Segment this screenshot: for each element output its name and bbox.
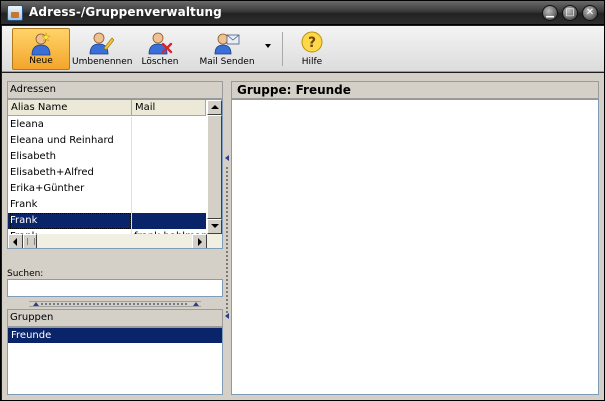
table-row[interactable]: Erika+Günther	[8, 181, 206, 197]
address-rows: Eleana Eleana und Reinhard Elisabeth Eli…	[8, 117, 206, 245]
left-pane: Adressen Alias Name Mail Eleana Eleana u…	[7, 77, 223, 395]
maximize-button[interactable]: □	[562, 5, 578, 21]
arrow-left-icon	[13, 238, 17, 246]
vertical-scroll-thumb[interactable]	[207, 115, 222, 219]
address-list[interactable]: Alias Name Mail Eleana Eleana und Reinha…	[7, 99, 223, 249]
column-divider	[131, 149, 132, 165]
splitter-grip	[226, 167, 228, 317]
delete-person-icon	[148, 32, 173, 55]
minimize-button[interactable]: ▁	[542, 5, 558, 21]
new-person-icon	[31, 32, 51, 56]
column-divider	[131, 117, 132, 133]
table-row[interactable]: Eleana	[8, 117, 206, 133]
address-list-vertical-scrollbar[interactable]	[207, 100, 222, 234]
svg-text:?: ?	[308, 35, 316, 51]
window-title: Adress-/Gruppenverwaltung	[29, 5, 222, 19]
title-bar[interactable]: Adress-/Gruppenverwaltung ▁ □ ✕	[1, 1, 604, 25]
table-row[interactable]: Frank	[8, 197, 206, 213]
search-label: Suchen:	[7, 269, 44, 279]
scroll-up-button[interactable]	[207, 100, 222, 115]
groups-header: Gruppen	[7, 309, 223, 327]
delete-button-label: Löschen	[141, 57, 179, 67]
alias-cell: Eleana	[10, 119, 44, 130]
scroll-down-button[interactable]	[207, 219, 222, 234]
toolbar: Neue Umbenennen Löschen Mail Senden ? Hi…	[2, 26, 604, 72]
groups-list[interactable]: Freunde	[7, 327, 223, 395]
splitter-grip	[41, 303, 187, 305]
splitter-collapse-up-icon[interactable]	[33, 302, 39, 306]
arrow-up-icon	[211, 105, 219, 109]
addresses-header: Adressen	[7, 81, 223, 99]
help-button[interactable]: ? Hilfe	[290, 28, 334, 70]
table-row[interactable]: Elisabeth+Alfred	[8, 165, 206, 181]
splitter-collapse-left-icon[interactable]	[225, 313, 229, 319]
send-mail-dropdown-arrow[interactable]	[265, 44, 271, 48]
new-button[interactable]: Neue	[12, 28, 70, 70]
main-area: Adressen Alias Name Mail Eleana Eleana u…	[2, 73, 604, 400]
arrow-right-icon	[198, 238, 202, 246]
send-mail-button-label: Mail Senden	[199, 57, 255, 67]
group-detail-content[interactable]	[231, 99, 599, 395]
table-row[interactable]: Elisabeth	[8, 149, 206, 165]
column-divider	[131, 181, 132, 197]
close-button[interactable]: ✕	[582, 5, 598, 21]
new-button-label: Neue	[29, 56, 53, 66]
rename-button[interactable]: Umbenennen	[72, 28, 133, 70]
column-alias-name[interactable]: Alias Name	[8, 100, 132, 116]
scroll-right-button[interactable]	[192, 234, 207, 248]
arrow-down-icon	[211, 224, 219, 228]
delete-button[interactable]: Löschen	[132, 28, 188, 70]
rename-button-label: Umbenennen	[72, 57, 133, 67]
table-row[interactable]: Eleana und Reinhard	[8, 133, 206, 149]
splitter-collapse-up-icon[interactable]	[193, 302, 199, 306]
column-mail[interactable]: Mail	[132, 100, 206, 116]
alias-cell: Elisabeth+Alfred	[10, 167, 94, 178]
right-pane: Gruppe: Freunde	[231, 77, 599, 395]
help-button-label: Hilfe	[301, 57, 323, 67]
rename-person-icon	[89, 32, 114, 55]
address-list-horizontal-scrollbar[interactable]	[8, 234, 222, 248]
horizontal-splitter[interactable]	[29, 301, 201, 307]
address-list-columns: Alias Name Mail	[8, 100, 206, 116]
column-divider	[131, 213, 132, 229]
alias-cell: Frank	[10, 199, 38, 210]
table-row-selected[interactable]: Frank	[8, 213, 206, 229]
help-icon: ?	[301, 31, 323, 53]
app-icon	[7, 5, 23, 21]
column-divider	[131, 165, 132, 181]
search-input[interactable]	[7, 279, 223, 297]
alias-cell: Elisabeth	[10, 151, 56, 162]
vertical-splitter[interactable]	[224, 77, 230, 395]
group-detail-header: Gruppe: Freunde	[231, 81, 599, 99]
scroll-left-button[interactable]	[8, 234, 23, 248]
alias-cell: Eleana und Reinhard	[10, 135, 114, 146]
list-item-selected[interactable]: Freunde	[8, 328, 222, 343]
toolbar-separator	[282, 32, 283, 66]
horizontal-scroll-thumb[interactable]	[23, 234, 37, 248]
alias-cell: Frank	[10, 213, 131, 229]
column-divider	[131, 197, 132, 213]
send-mail-button[interactable]: Mail Senden	[194, 28, 260, 70]
app-window: Adress-/Gruppenverwaltung ▁ □ ✕ Neue Umb…	[0, 0, 605, 401]
send-mail-icon	[214, 33, 240, 55]
column-divider	[131, 133, 132, 149]
splitter-collapse-left-icon[interactable]	[225, 155, 229, 161]
alias-cell: Erika+Günther	[10, 183, 85, 194]
